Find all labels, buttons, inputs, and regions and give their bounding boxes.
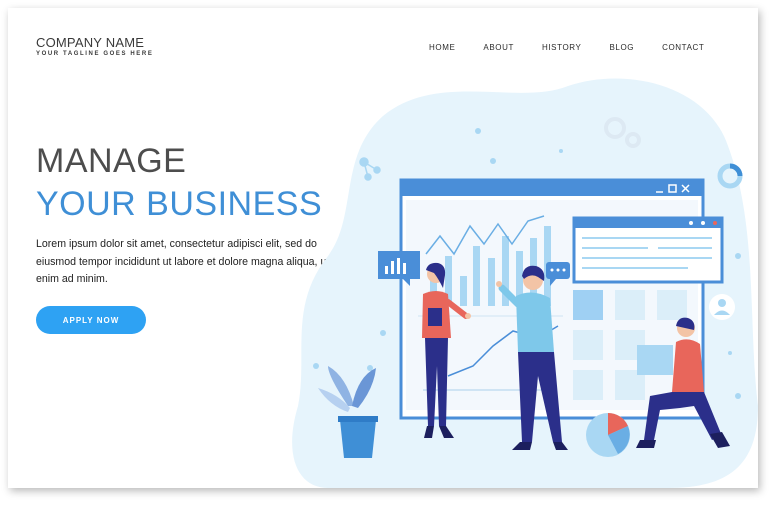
- landing-page: COMPANY NAME YOUR TAGLINE GOES HERE HOME…: [8, 8, 758, 488]
- nav-home[interactable]: HOME: [429, 43, 455, 52]
- apply-now-button[interactable]: APPLY NOW: [36, 306, 146, 334]
- hero-title-line2: YOUR BUSINESS: [36, 185, 323, 223]
- company-name: COMPANY NAME: [36, 35, 145, 50]
- hero-description: Lorem ipsum dolor sit amet, consectetur …: [36, 238, 330, 285]
- business-illustration: [292, 78, 758, 488]
- nav-contact[interactable]: CONTACT: [662, 43, 704, 52]
- nav-history[interactable]: HISTORY: [542, 43, 581, 52]
- pie-chart-icon: [586, 413, 630, 457]
- nav-about[interactable]: ABOUT: [483, 43, 514, 52]
- nav-blog[interactable]: BLOG: [609, 43, 634, 52]
- user-icon: [709, 294, 735, 320]
- brand-logo[interactable]: COMPANY NAME YOUR TAGLINE GOES HERE: [36, 35, 153, 57]
- company-tagline: YOUR TAGLINE GOES HERE: [36, 51, 154, 57]
- main-nav: HOME ABOUT HISTORY BLOG CONTACT: [429, 43, 732, 52]
- hero-title-line1: MANAGE: [36, 142, 187, 180]
- hero-title: MANAGE YOUR BUSINESS: [36, 140, 322, 226]
- floating-window: [572, 216, 724, 284]
